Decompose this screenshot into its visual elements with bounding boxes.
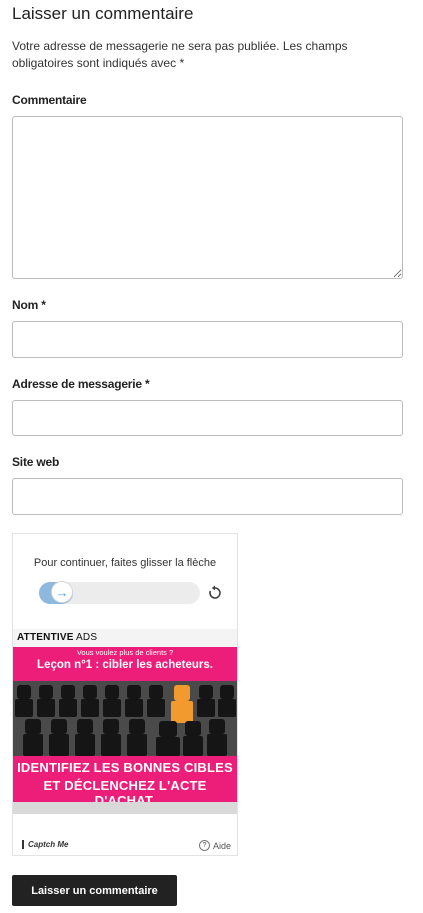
slider-handle-arrow-icon[interactable]: → bbox=[51, 581, 73, 603]
website-label: Site web bbox=[12, 455, 60, 469]
submit-comment-button[interactable]: Laisser un commentaire bbox=[12, 875, 177, 906]
ad-figures-image bbox=[13, 681, 237, 756]
ad-brand-logo: ATTENTIVE ADS bbox=[17, 632, 98, 643]
captcha-widget: Pour continuer, faites glisser la flèche… bbox=[12, 533, 238, 856]
captchme-logo[interactable]: Captch Me bbox=[22, 840, 68, 849]
captcha-slider[interactable]: → bbox=[39, 581, 200, 604]
refresh-icon[interactable] bbox=[207, 585, 223, 601]
help-icon: ? bbox=[199, 840, 210, 851]
captcha-footer: Captch Me ? Aide bbox=[13, 834, 237, 856]
ad-question: Vous voulez plus de clients ? bbox=[76, 648, 174, 657]
form-title: Laisser un commentaire bbox=[12, 4, 194, 23]
name-label: Nom * bbox=[12, 298, 46, 312]
comment-textarea[interactable] bbox=[12, 116, 403, 279]
name-input[interactable] bbox=[12, 321, 403, 358]
ad-bottom-strip bbox=[13, 802, 237, 814]
ad-cta-line1: IDENTIFIEZ LES BONNES CIBLES bbox=[17, 760, 233, 775]
help-label: Aide bbox=[213, 840, 232, 851]
comment-label: Commentaire bbox=[12, 93, 87, 107]
ad-lesson: Leçon n°1 : cibler les acheteurs. bbox=[37, 659, 213, 671]
captcha-instruction: Pour continuer, faites glisser la flèche bbox=[33, 557, 217, 569]
comment-form: Laisser un commentaire Votre adresse de … bbox=[0, 0, 423, 913]
email-label: Adresse de messagerie * bbox=[12, 377, 150, 391]
help-link[interactable]: ? Aide bbox=[199, 840, 231, 851]
form-notice: Votre adresse de messagerie ne sera pas … bbox=[12, 39, 348, 70]
website-input[interactable] bbox=[12, 478, 403, 515]
captcha-ad-banner[interactable]: ATTENTIVE ADS Vous voulez plus de client… bbox=[13, 629, 237, 814]
email-input[interactable] bbox=[12, 400, 403, 436]
